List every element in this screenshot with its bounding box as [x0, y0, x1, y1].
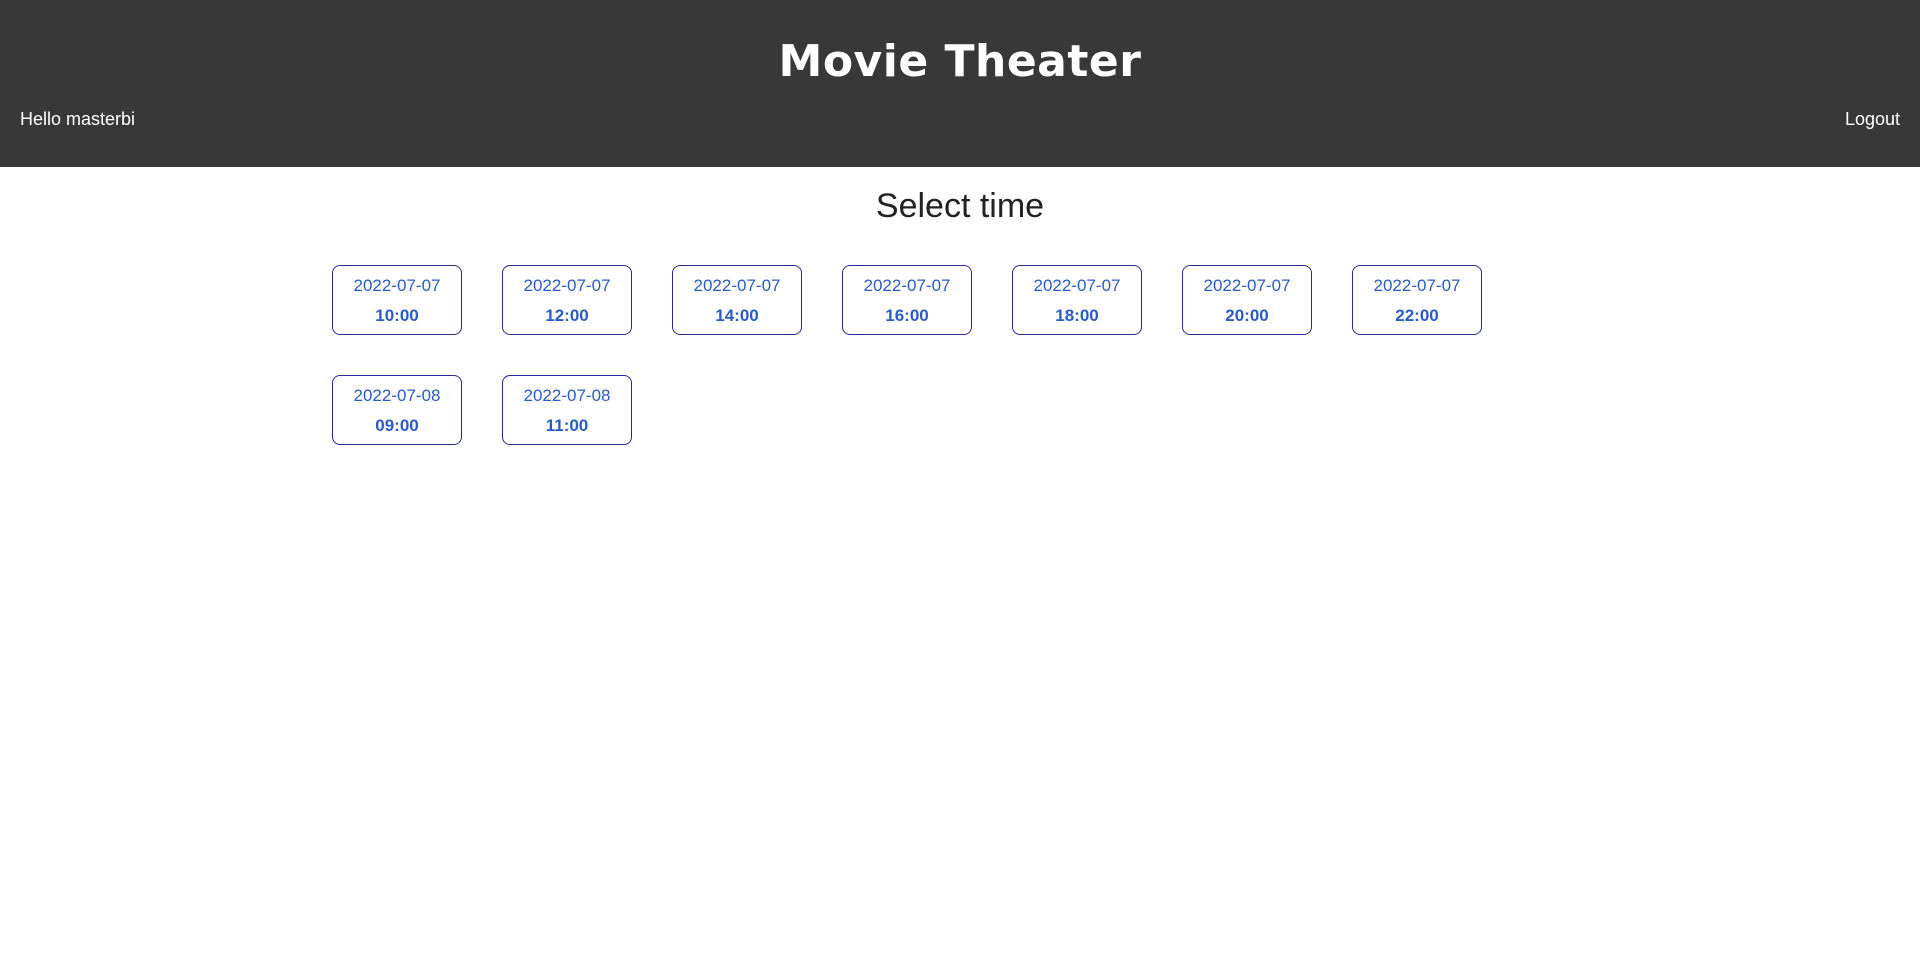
- showtime-date: 2022-07-07: [693, 276, 781, 295]
- showtime-time: 16:00: [885, 306, 929, 325]
- showtime-time: 14:00: [715, 306, 759, 325]
- site-title: Movie Theater: [778, 36, 1142, 87]
- showtime-button[interactable]: 2022-07-07 10:00: [332, 265, 462, 335]
- showtime-date: 2022-07-07: [863, 276, 951, 295]
- showtime-date: 2022-07-07: [1373, 276, 1461, 295]
- showtime-time: 09:00: [375, 416, 419, 435]
- showtime-date: 2022-07-08: [353, 386, 441, 405]
- showtime-button[interactable]: 2022-07-07 18:00: [1012, 265, 1142, 335]
- showtime-list: 2022-07-07 10:00 2022-07-07 12:00 2022-0…: [332, 265, 1592, 445]
- showtime-button[interactable]: 2022-07-08 11:00: [502, 375, 632, 445]
- showtime-date: 2022-07-07: [353, 276, 441, 295]
- showtime-time: 10:00: [375, 306, 419, 325]
- showtime-time: 20:00: [1225, 306, 1269, 325]
- logout-link[interactable]: Logout: [1845, 107, 1900, 131]
- showtime-button[interactable]: 2022-07-07 22:00: [1352, 265, 1482, 335]
- showtime-button[interactable]: 2022-07-08 09:00: [332, 375, 462, 445]
- site-header: Movie Theater Hello masterbi Logout: [0, 0, 1920, 167]
- showtime-time: 18:00: [1055, 306, 1099, 325]
- page-title: Select time: [875, 187, 1045, 225]
- showtime-date: 2022-07-07: [1033, 276, 1121, 295]
- showtime-time: 11:00: [545, 416, 589, 435]
- showtime-button[interactable]: 2022-07-07 14:00: [672, 265, 802, 335]
- showtime-button[interactable]: 2022-07-07 16:00: [842, 265, 972, 335]
- showtime-button[interactable]: 2022-07-07 12:00: [502, 265, 632, 335]
- showtime-button[interactable]: 2022-07-07 20:00: [1182, 265, 1312, 335]
- user-greeting: Hello masterbi: [20, 109, 136, 129]
- showtime-time: 22:00: [1395, 306, 1439, 325]
- showtime-date: 2022-07-07: [523, 276, 611, 295]
- showtime-time: 12:00: [545, 306, 589, 325]
- showtime-date: 2022-07-07: [1203, 276, 1291, 295]
- showtime-date: 2022-07-08: [523, 386, 611, 405]
